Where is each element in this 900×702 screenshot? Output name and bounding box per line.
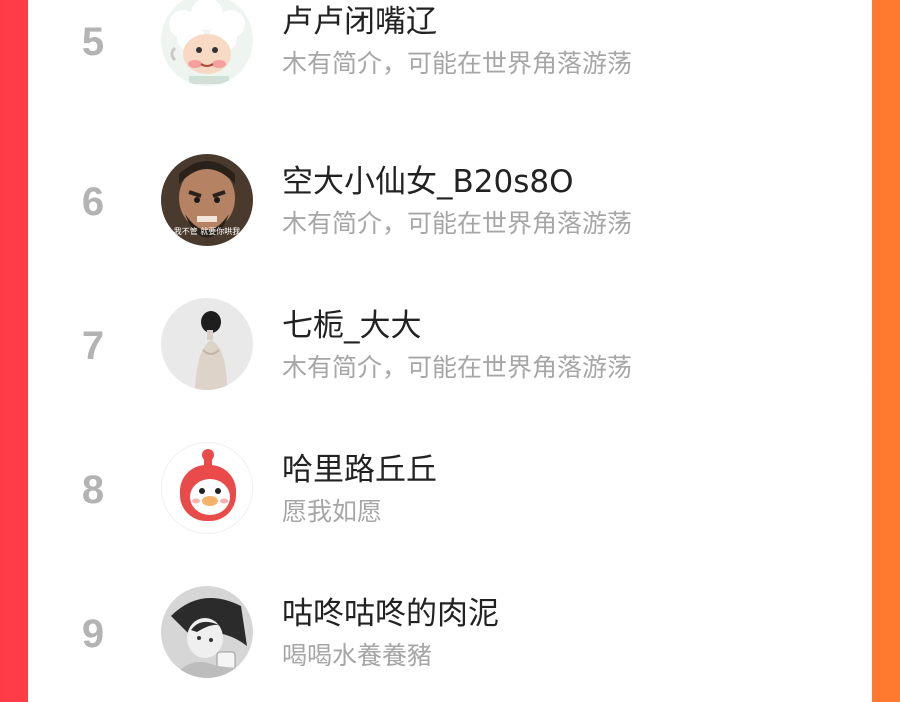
avatar-caption: 我不管 就要你哄我 [174, 226, 241, 236]
rank-number: 7 [81, 324, 105, 368]
user-name[interactable]: 卢卢闭嘴辽 [282, 2, 437, 42]
rank-number: 6 [81, 180, 105, 224]
user-name[interactable]: 七栀_大大 [282, 306, 422, 346]
user-bio: 木有简介，可能在世界角落游荡 [282, 353, 633, 382]
user-name[interactable]: 空大小仙女_B20s8O [282, 162, 574, 202]
rank-number: 9 [81, 612, 105, 656]
rank-number: 5 [81, 20, 105, 64]
user-bio: 木有简介，可能在世界角落游荡 [282, 49, 633, 78]
user-bio: 愿我如愿 [282, 497, 383, 526]
list-item[interactable]: 6 我不管 就要你哄我 空大小仙女_B20s8O 木有简介，可能在世界角落游荡 [28, 146, 872, 256]
user-name[interactable]: 咕咚咕咚的肉泥 [282, 594, 499, 634]
red-duck-avatar-icon[interactable] [161, 442, 253, 534]
leaderboard-panel: 5 卢卢闭嘴辽 木有简介，可能在世界角落游荡 6 我不管 就要你哄我 空大小仙女… [28, 0, 872, 702]
user-name[interactable]: 哈里路丘丘 [282, 450, 437, 490]
user-bio: 木有简介，可能在世界角落游荡 [282, 209, 633, 238]
list-item[interactable]: 8 哈里路丘丘 愿我如愿 [28, 434, 872, 544]
woman-silhouette-avatar-icon[interactable] [161, 298, 253, 390]
list-item[interactable]: 9 咕咚咕咚的肉泥 喝喝水養養豬 [28, 578, 872, 688]
cartoon-sheep-avatar-icon[interactable] [161, 0, 253, 86]
list-item[interactable]: 5 卢卢闭嘴辽 木有简介，可能在世界角落游荡 [28, 0, 872, 96]
rank-number: 8 [81, 468, 105, 512]
list-item[interactable]: 7 七栀_大大 木有简介，可能在世界角落游荡 [28, 290, 872, 400]
angry-man-meme-avatar-icon[interactable]: 我不管 就要你哄我 [161, 154, 253, 246]
bw-girl-photo-avatar-icon[interactable] [161, 586, 253, 678]
user-bio: 喝喝水養養豬 [282, 641, 433, 670]
